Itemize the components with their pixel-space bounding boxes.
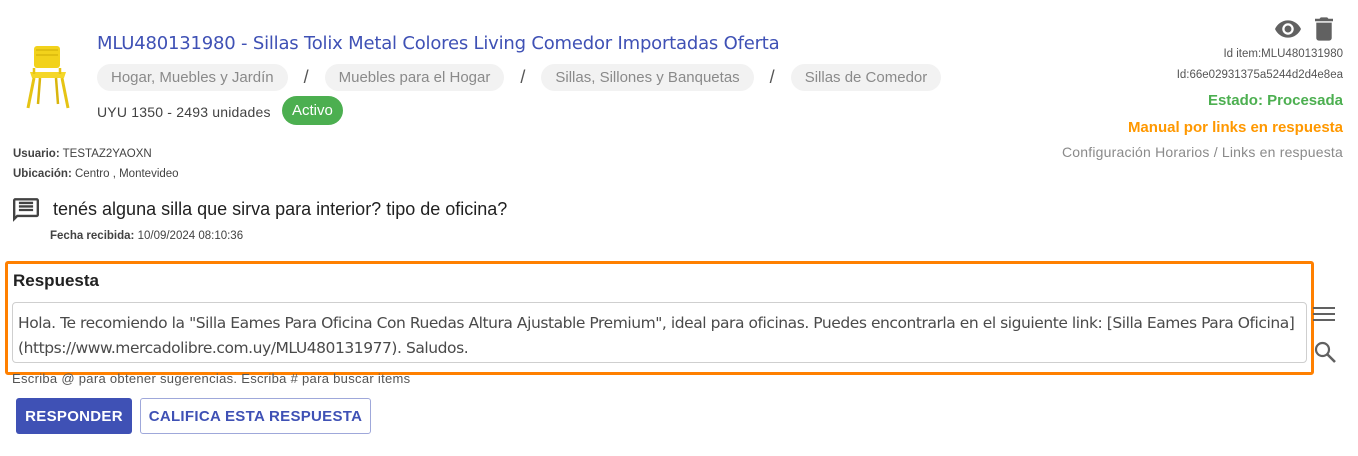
breadcrumb-separator: / bbox=[303, 67, 309, 87]
breadcrumb-chip-sillas-comedor[interactable]: Sillas de Comedor bbox=[790, 64, 942, 91]
trash-icon[interactable] bbox=[1310, 16, 1338, 42]
breadcrumb-chip-sillas[interactable]: Sillas, Sillones y Banquetas bbox=[541, 64, 754, 91]
response-textarea[interactable]: Hola. Te recomiendo la "Silla Eames Para… bbox=[12, 302, 1307, 363]
config-separator: / bbox=[1213, 144, 1218, 160]
breadcrumb: Hogar, Muebles y Jardín / Muebles para e… bbox=[97, 64, 942, 91]
breadcrumb-separator: / bbox=[520, 67, 526, 87]
usuario-line: Usuario: TESTAZ2YAOXN bbox=[13, 148, 152, 160]
status-badge: Activo bbox=[282, 96, 343, 125]
price-quantity: UYU 1350 - 2493 unidades bbox=[97, 104, 271, 120]
califica-button[interactable]: CALIFICA ESTA RESPUESTA bbox=[140, 398, 371, 434]
estado-status: Estado: Procesada bbox=[1207, 92, 1343, 109]
question-text: tenés alguna silla que sirva para interi… bbox=[53, 199, 508, 219]
config-links: Configuración Horarios / Links en respue… bbox=[1062, 144, 1343, 160]
fecha-value: 10/09/2024 08:10:36 bbox=[137, 230, 244, 242]
id-item: Id item:MLU480131980 bbox=[1223, 48, 1343, 60]
search-icon[interactable] bbox=[1313, 340, 1337, 364]
ubicacion-line: Ubicación: Centro , Montevideo bbox=[13, 168, 179, 180]
comment-icon bbox=[13, 198, 39, 222]
config-horarios-link[interactable]: Configuración Horarios bbox=[1062, 144, 1210, 160]
ubicacion-label: Ubicación: bbox=[13, 168, 72, 180]
eye-icon[interactable] bbox=[1274, 16, 1302, 42]
response-hint: Escriba @ para obtener sugerencias. Escr… bbox=[12, 371, 411, 386]
links-respuesta-link[interactable]: Links en respuesta bbox=[1222, 144, 1343, 160]
fecha-recibida: Fecha recibida: 10/09/2024 08:10:36 bbox=[50, 230, 243, 242]
fecha-label: Fecha recibida: bbox=[50, 230, 135, 242]
usuario-value: TESTAZ2YAOXN bbox=[62, 148, 152, 160]
ubicacion-value: Centro , Montevideo bbox=[75, 168, 179, 180]
breadcrumb-chip-muebles[interactable]: Muebles para el Hogar bbox=[324, 64, 505, 91]
usuario-label: Usuario: bbox=[13, 148, 60, 160]
breadcrumb-separator: / bbox=[769, 67, 775, 87]
item-title-link[interactable]: MLU480131980 - Sillas Tolix Metal Colore… bbox=[97, 33, 780, 54]
item-actions bbox=[1274, 16, 1338, 42]
product-thumbnail[interactable] bbox=[20, 44, 76, 112]
internal-id: Id:66e02931375a5244d2d4e8ea bbox=[1176, 69, 1343, 81]
list-icon[interactable] bbox=[1313, 305, 1335, 325]
response-label: Respuesta bbox=[13, 271, 99, 290]
manual-mode-label: Manual por links en respuesta bbox=[1127, 119, 1343, 136]
breadcrumb-chip-hogar[interactable]: Hogar, Muebles y Jardín bbox=[97, 64, 288, 91]
responder-button[interactable]: RESPONDER bbox=[16, 398, 132, 434]
